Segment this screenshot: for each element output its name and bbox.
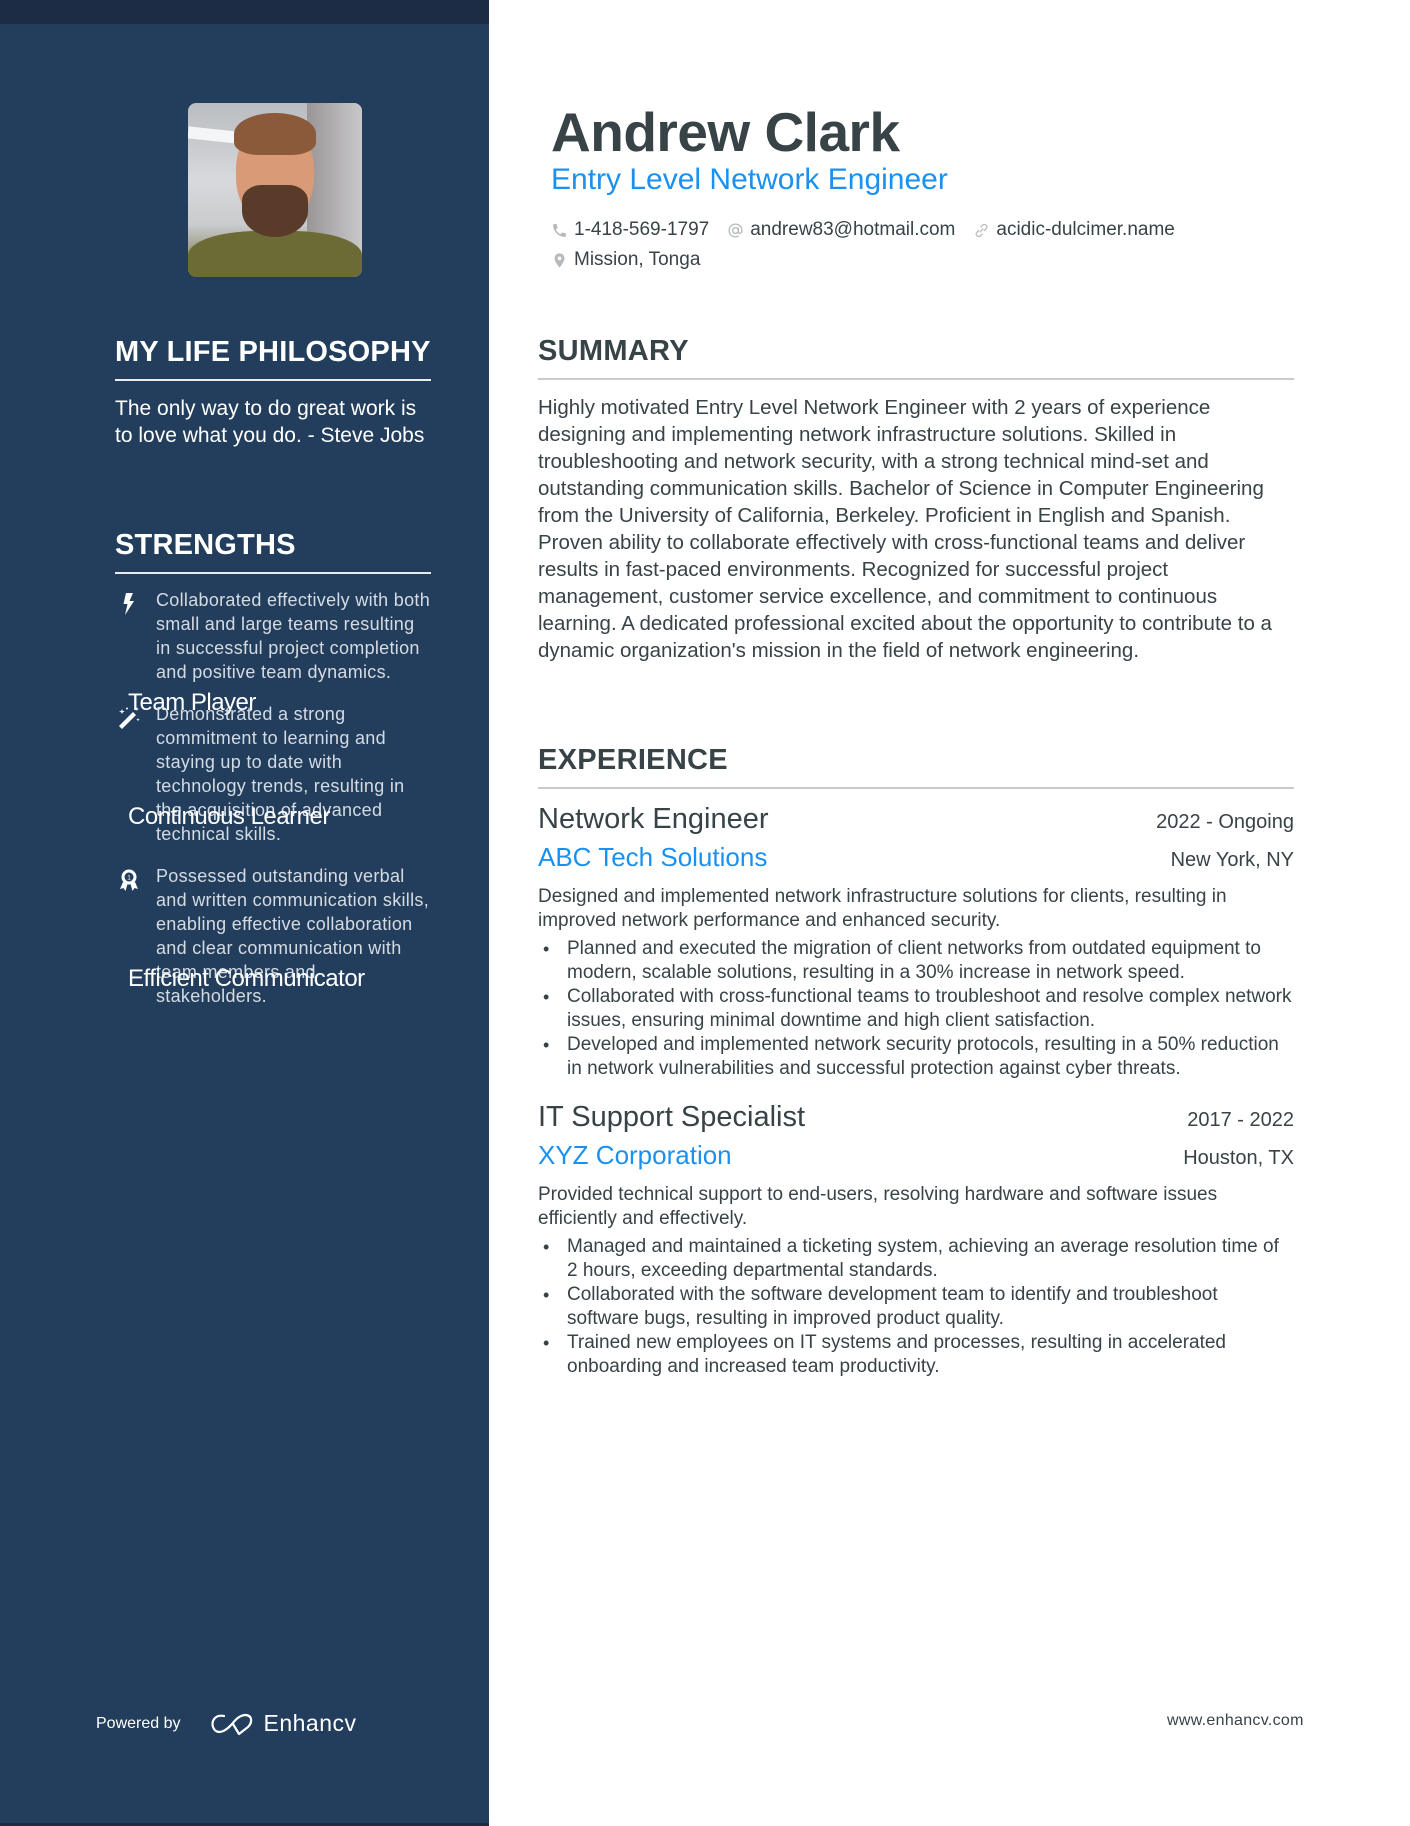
experience-title: EXPERIENCE [538,744,1294,789]
strength-item: Continuous Learner Demonstrated a strong… [115,702,431,846]
strength-item: 1 Efficient Communicator Possessed outst… [115,864,431,1008]
job-bullet: Collaborated with cross-functional teams… [538,985,1294,1033]
job-bullet: Collaborated with the software developme… [538,1283,1294,1331]
magic-wand-icon [117,706,141,730]
philosophy-quote: The only way to do great work is to love… [115,397,425,447]
job-dates: 2017 - 2022 [1187,1109,1294,1131]
contact-phone[interactable]: 1-418-569-1797 [551,219,709,241]
job-bullet: Planned and executed the migration of cl… [538,937,1294,985]
email-address: andrew83@hotmail.com [750,219,956,240]
sidebar-top-strip [0,0,489,24]
powered-by-label: Powered by [96,1714,181,1732]
enhancv-logo-icon[interactable] [208,1711,256,1737]
phone-number: 1-418-569-1797 [574,219,710,240]
strength-description: Collaborated effectively with both small… [156,590,431,682]
website-url: acidic-dulcimer.name [996,219,1175,240]
enhancv-brand[interactable]: Enhancv [264,1710,357,1737]
job-dates: 2022 - Ongoing [1156,811,1294,833]
strength-name: Efficient Communicator [128,965,365,992]
job-bullet: Developed and implemented network securi… [538,1033,1294,1081]
experience-item: IT Support Specialist 2017 - 2022 XYZ Co… [538,1101,1294,1379]
contact-website[interactable]: acidic-dulcimer.name [973,219,1175,241]
svg-text:1: 1 [127,875,131,882]
contact-info: 1-418-569-1797 andrew83@hotmail.com acid… [551,217,1251,277]
powered-by: Powered by Enhancv [96,1710,357,1737]
experience-section: EXPERIENCE Network Engineer 2022 - Ongoi… [538,744,1294,1379]
job-bullet: Managed and maintained a ticketing syste… [538,1235,1294,1283]
contact-location: Mission, Tonga [551,249,700,271]
strength-name: Continuous Learner [128,803,330,830]
summary-title: SUMMARY [538,335,1294,380]
philosophy-title: MY LIFE PHILOSOPHY [115,336,431,381]
job-company[interactable]: XYZ Corporation [538,1140,732,1171]
job-description: Designed and implemented network infrast… [538,886,1227,931]
job-bullet: Trained new employees on IT systems and … [538,1331,1294,1379]
lightning-bolt-icon [117,592,141,616]
candidate-name: Andrew Clark [551,101,900,163]
philosophy-section: MY LIFE PHILOSOPHY The only way to do gr… [115,336,431,449]
strength-item: Team Player Collaborated effectively wit… [115,588,431,716]
phone-icon [551,222,568,239]
strengths-section: STRENGTHS Team Player Collaborated effec… [115,529,431,1008]
job-location: Houston, TX [1183,1147,1294,1169]
experience-item: Network Engineer 2022 - Ongoing ABC Tech… [538,803,1294,1081]
link-icon [973,222,990,239]
job-bullets: Planned and executed the migration of cl… [538,937,1294,1081]
job-position: Network Engineer [538,803,769,835]
strengths-title: STRENGTHS [115,529,431,574]
contact-email[interactable]: andrew83@hotmail.com [727,219,955,241]
at-sign-icon [727,222,744,239]
job-description: Provided technical support to end-users,… [538,1184,1218,1229]
job-bullets: Managed and maintained a ticketing syste… [538,1235,1294,1379]
enhancv-website-link[interactable]: www.enhancv.com [1167,1712,1304,1730]
summary-text: Highly motivated Entry Level Network Eng… [538,396,1272,662]
candidate-title: Entry Level Network Engineer [551,163,948,196]
location-pin-icon [551,252,568,269]
award-ribbon-icon: 1 [117,868,141,892]
profile-photo [188,103,362,277]
sidebar: MY LIFE PHILOSOPHY The only way to do gr… [0,0,489,1826]
location-text: Mission, Tonga [574,249,701,270]
summary-section: SUMMARY Highly motivated Entry Level Net… [538,335,1294,664]
job-location: New York, NY [1170,849,1294,871]
job-position: IT Support Specialist [538,1101,806,1133]
job-company[interactable]: ABC Tech Solutions [538,842,767,873]
